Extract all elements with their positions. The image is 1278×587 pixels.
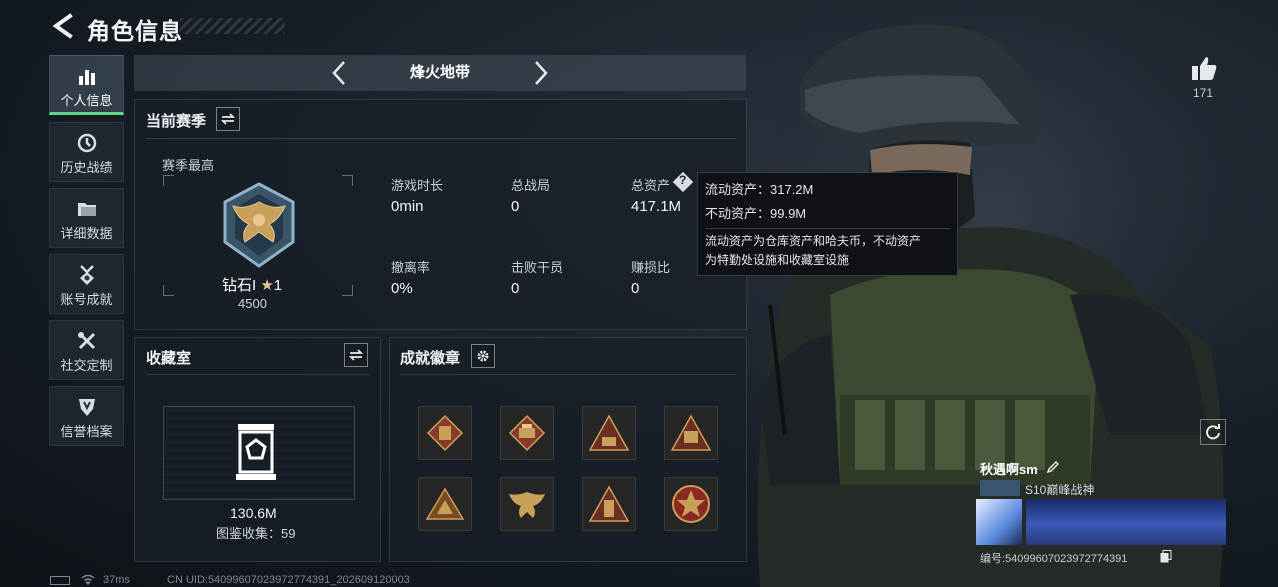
frame-corner <box>342 175 353 186</box>
thumbs-up-icon[interactable] <box>1190 54 1218 82</box>
divider <box>146 374 370 375</box>
stat-value: 417.1M <box>631 198 682 215</box>
stat-value: 0min <box>391 198 424 215</box>
rank-emblem-icon <box>223 182 295 268</box>
profile-banner <box>1026 499 1226 545</box>
collection-count: 图鉴收集：59 <box>216 526 296 541</box>
bar-chart-icon <box>78 70 95 85</box>
tooltip-liquid-assets: 流动资产：317.2M <box>705 182 814 197</box>
chevron-left-icon[interactable] <box>330 60 348 86</box>
avatar[interactable] <box>976 499 1022 545</box>
history-icon <box>77 133 96 153</box>
gear-icon <box>477 350 489 362</box>
title-decoration <box>180 18 285 34</box>
sidebar-item-label: 账号成就 <box>60 292 113 307</box>
achievements-panel-title: 成就徽章 <box>400 350 461 367</box>
vest-badge-icon[interactable] <box>418 406 472 460</box>
session-uid: CN UID:540996070239727743​91_20260912000… <box>167 574 410 586</box>
frame-corner <box>163 175 174 186</box>
tooltip-note-line: 为特勤处设施和收藏室设施 <box>705 253 850 267</box>
sidebar-item-label: 详细数据 <box>60 226 113 241</box>
season-switch-button[interactable] <box>216 107 240 131</box>
page-title: 角色信息 <box>87 18 183 44</box>
tooltip-fixed-assets: 不动资产：99.9M <box>705 206 807 221</box>
collection-panel-title: 收藏室 <box>146 350 192 367</box>
player-name: 秋遇啊sm <box>980 462 1038 477</box>
stat-label: 游戏时长 <box>391 178 444 193</box>
like-count: 171 <box>1193 86 1214 100</box>
stat-label: 赚损比 <box>631 260 671 275</box>
battery-icon <box>50 576 70 585</box>
map-name: 烽火地带 <box>409 64 470 81</box>
title-emblem-icon <box>980 480 1020 496</box>
collection-value: 130.6M <box>230 505 277 521</box>
stat-label: 总战局 <box>511 178 551 193</box>
refresh-button[interactable] <box>1200 419 1226 445</box>
sidebar-item-history[interactable]: 历史战绩 <box>49 122 124 182</box>
sidebar-item-personal-info[interactable]: 个人信息 <box>49 55 124 115</box>
rank-points: 4500 <box>238 296 267 311</box>
star-cross-badge-icon[interactable] <box>664 477 718 531</box>
chevron-right-icon[interactable] <box>532 60 550 86</box>
divider <box>146 138 736 139</box>
eagle-badge-icon[interactable] <box>500 477 554 531</box>
sidebar-item-achievements[interactable]: 账号成就 <box>49 254 124 314</box>
edit-icon[interactable] <box>1046 460 1060 474</box>
stat-value: 0 <box>511 198 520 215</box>
sidebar-item-label: 个人信息 <box>60 93 113 108</box>
display-case-icon <box>236 424 276 480</box>
folder-icon <box>77 203 96 216</box>
sidebar-item-detailed-data[interactable]: 详细数据 <box>49 188 124 248</box>
stat-value: 0 <box>511 280 520 297</box>
stat-value: 0% <box>391 280 413 297</box>
frame-corner <box>342 285 353 296</box>
stat-label: 总资产 <box>631 178 671 193</box>
player-title: S10巅峰战神 <box>1025 483 1095 497</box>
back-arrow-icon[interactable] <box>50 12 76 40</box>
tooltip-note-line: 流动资产为仓库资产和哈夫币，不动资产 <box>705 234 922 248</box>
sidebar-item-label: 社交定制 <box>60 358 113 373</box>
player-uid: 编号:540996070239727743​91 <box>980 553 1128 565</box>
copy-icon[interactable] <box>1160 550 1172 563</box>
help-icon-glyph: ? <box>679 173 687 187</box>
tower-badge-icon[interactable] <box>582 477 636 531</box>
stat-label: 击败干员 <box>511 260 564 275</box>
collection-switch-button[interactable] <box>344 343 368 367</box>
ping-value: 37ms <box>103 574 130 586</box>
sidebar-item-social[interactable]: 社交定制 <box>49 320 124 380</box>
stat-value: 0 <box>631 280 640 297</box>
swap-icon <box>349 349 363 361</box>
shield-icon <box>78 399 95 416</box>
season-highest-label: 赛季最高 <box>162 158 215 173</box>
season-panel-title: 当前赛季 <box>146 113 207 130</box>
divider <box>400 374 736 375</box>
swap-icon <box>221 113 235 125</box>
tent-badge-icon[interactable] <box>418 477 472 531</box>
star-icon: ★ <box>260 277 274 294</box>
stat-label: 撤离率 <box>391 260 431 275</box>
rank-stars: 1 <box>273 277 283 294</box>
divider <box>705 228 950 229</box>
rank-name: 钻石I <box>222 277 257 294</box>
rank-name-row: 钻石I ★1 <box>222 274 282 295</box>
sidebar-item-label: 历史战绩 <box>60 160 113 175</box>
sidebar-item-label: 信誉档案 <box>60 424 113 439</box>
medal-icon <box>79 265 94 285</box>
tools-icon <box>77 332 95 350</box>
sidebar-item-credit[interactable]: 信誉档案 <box>49 386 124 446</box>
wifi-icon <box>81 574 95 585</box>
56-triangle-badge-icon[interactable] <box>582 406 636 460</box>
refresh-icon <box>1206 424 1220 440</box>
frame-corner <box>163 285 174 296</box>
car-badge-icon[interactable] <box>664 406 718 460</box>
achievements-settings-button[interactable] <box>471 344 495 368</box>
printer-badge-icon[interactable] <box>500 406 554 460</box>
